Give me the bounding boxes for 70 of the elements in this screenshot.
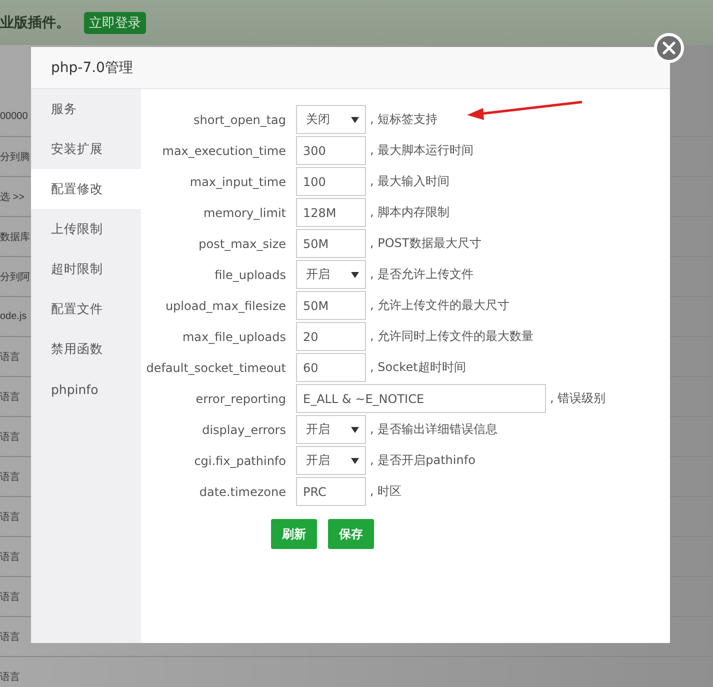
sidebar-item[interactable]: 配置文件: [31, 289, 141, 329]
setting-label: display_errors: [201, 422, 287, 436]
sidebar-item[interactable]: phpinfo: [31, 369, 141, 409]
list-row-text: 语言: [0, 550, 20, 564]
setting-label: short_open_tag: [192, 112, 287, 126]
caret-icon: [351, 458, 359, 464]
list-row-text: 分到腾: [0, 150, 30, 164]
list-row-text: 语言: [0, 430, 20, 444]
list-row-text: 选 >>: [0, 190, 24, 204]
setting-description: , 错误级别: [550, 390, 606, 407]
setting-description: , 最大脚本运行时间: [370, 142, 474, 159]
setting-label: cgi.fix_pathinfo: [193, 454, 287, 468]
input-field[interactable]: PRC: [296, 477, 366, 506]
select-field[interactable]: 关闭: [296, 105, 366, 134]
list-row-text: ode.js: [0, 311, 27, 322]
setting-description: , 短标签支持: [370, 111, 438, 128]
setting-description: , 是否输出详细错误信息: [370, 421, 498, 438]
setting-description: , POST数据最大尺寸: [370, 235, 482, 252]
setting-description: , Socket超时时间: [370, 359, 466, 376]
list-row-text: 语言: [0, 590, 20, 604]
caret-icon: [351, 426, 359, 432]
select-field[interactable]: 开启: [296, 260, 366, 289]
setting-description: , 允许同时上传文件的最大数量: [370, 328, 534, 345]
sidebar-item[interactable]: 超时限制: [31, 249, 141, 289]
setting-label: error_reporting: [194, 392, 287, 406]
setting-label: file_uploads: [214, 268, 287, 282]
sidebar-item[interactable]: 配置修改: [31, 169, 141, 209]
sidebar-item[interactable]: 上传限制: [31, 209, 141, 249]
sidebar-item[interactable]: 禁用函数: [31, 329, 141, 369]
list-row-text: 语言: [0, 350, 20, 364]
caret-icon: [351, 272, 359, 278]
close-icon: [661, 40, 677, 56]
setting-description: , 时区: [370, 483, 402, 500]
list-row-text: 00000: [0, 111, 28, 122]
setting-label: max_execution_time: [161, 144, 287, 158]
list-row-text: 语言: [0, 630, 20, 644]
setting-label: max_input_time: [188, 174, 287, 188]
setting-description: , 允许上传文件的最大尺寸: [370, 297, 510, 314]
input-field[interactable]: 50M: [296, 229, 366, 258]
setting-description: , 最大输入时间: [370, 173, 450, 190]
list-row-text: 语言: [0, 510, 20, 524]
input-field[interactable]: 60: [296, 353, 366, 382]
setting-description: , 脚本内存限制: [370, 204, 450, 221]
setting-label: date.timezone: [198, 484, 287, 498]
dialog-title: php-7.0管理: [51, 58, 133, 76]
input-field[interactable]: 128M: [296, 198, 366, 227]
setting-label: post_max_size: [198, 236, 287, 250]
setting-label: max_file_uploads: [181, 330, 287, 344]
sidebar-item[interactable]: 服务: [31, 89, 141, 129]
select-field[interactable]: 开启: [296, 446, 366, 475]
login-button[interactable]: 立即登录: [84, 12, 146, 34]
notice-text: 业版插件。: [0, 14, 70, 32]
setting-label: default_socket_timeout: [145, 360, 287, 374]
setting-description: , 是否允许上传文件: [370, 266, 474, 283]
setting-label: memory_limit: [202, 206, 287, 220]
input-field[interactable]: 50M: [296, 291, 366, 320]
list-row-text: 语言: [0, 670, 20, 684]
setting-description: , 是否开启pathinfo: [370, 452, 476, 469]
list-row-text: 语言: [0, 390, 20, 404]
list-row-text: 数据库: [0, 230, 30, 244]
select-field[interactable]: 开启: [296, 415, 366, 444]
sidebar-item[interactable]: 安装扩展: [31, 129, 141, 169]
input-field[interactable]: 20: [296, 322, 366, 351]
list-row-text: 语言: [0, 470, 20, 484]
caret-icon: [351, 116, 359, 122]
input-field[interactable]: 300: [296, 136, 366, 165]
input-field[interactable]: E_ALL & ~E_NOTICE: [296, 384, 546, 413]
list-row-text: 分到阿: [0, 270, 30, 284]
input-field[interactable]: 100: [296, 167, 366, 196]
setting-label: upload_max_filesize: [164, 298, 287, 312]
